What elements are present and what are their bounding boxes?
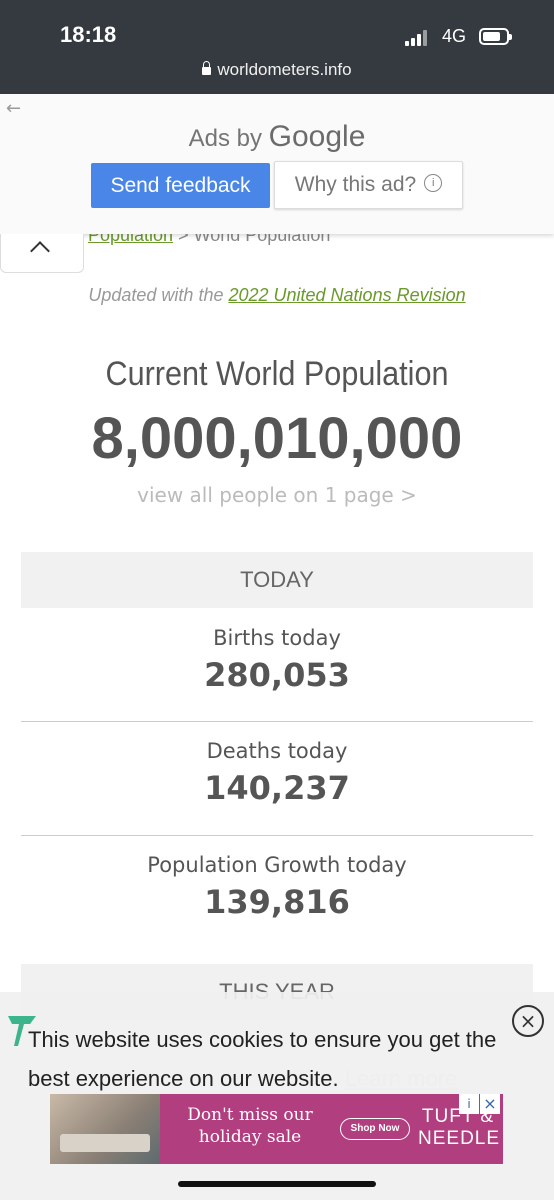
view-all-people-link[interactable]: view all people on 1 page >: [0, 483, 554, 507]
updated-prefix: Updated with the: [88, 285, 229, 305]
battery-icon: [479, 28, 512, 45]
send-feedback-button[interactable]: Send feedback: [91, 163, 270, 208]
info-icon: i: [424, 174, 443, 193]
ad-headline: Don't miss our holiday sale: [187, 1105, 313, 1147]
google-logo: Google: [268, 120, 366, 153]
growth-value: 139,816: [204, 883, 350, 921]
deaths-value: 140,237: [204, 769, 350, 807]
growth-today-stat: Population Growth today 139,816: [21, 837, 533, 951]
lock-icon: [202, 61, 212, 75]
adchoices-info-icon[interactable]: i: [459, 1094, 479, 1114]
divider: [21, 835, 533, 836]
signal-icon: [405, 30, 429, 46]
learn-more-link[interactable]: Learn more: [345, 1066, 458, 1091]
growth-label: Population Growth today: [147, 853, 407, 877]
population-counter: 8,000,010,000: [91, 406, 463, 471]
deaths-today-stat: Deaths today 140,237: [21, 723, 533, 837]
deaths-label: Deaths today: [206, 739, 348, 763]
updated-note: Updated with the 2022 United Nations Rev…: [0, 285, 554, 306]
un-revision-link[interactable]: 2022 United Nations Revision: [228, 285, 465, 305]
today-heading: TODAY: [21, 552, 533, 608]
bottom-ad-banner[interactable]: Don't miss our holiday sale Shop Now TUF…: [50, 1094, 503, 1164]
back-arrow-icon[interactable]: ←: [6, 98, 21, 119]
births-label: Births today: [213, 626, 341, 650]
page-title: Current World Population: [105, 355, 449, 393]
cookie-message: This website uses cookies to ensure you …: [28, 1020, 518, 1098]
chevron-up-icon: [30, 241, 50, 261]
url-bar[interactable]: worldometers.info: [0, 60, 554, 80]
divider: [21, 721, 533, 722]
network-type: 4G: [442, 26, 467, 46]
url-text: worldometers.info: [217, 60, 352, 79]
births-value: 280,053: [204, 656, 350, 694]
ad-shop-now-button[interactable]: Shop Now: [340, 1118, 410, 1140]
ad-bed-image: [50, 1094, 160, 1164]
why-this-ad-label: Why this ad?: [294, 173, 417, 196]
ads-by-google: Ads by Google: [0, 120, 554, 154]
status-bar: 18:18 4G worldometers.info: [0, 0, 554, 94]
why-this-ad-button[interactable]: Why this ad? i: [274, 161, 463, 209]
ads-by-label: Ads by: [188, 125, 262, 152]
cookie-close-button[interactable]: ×: [512, 1005, 544, 1037]
collapse-ad-button[interactable]: [0, 234, 84, 273]
status-time: 18:18: [60, 22, 117, 47]
ad-close-icon[interactable]: ×: [480, 1094, 500, 1114]
home-indicator[interactable]: [178, 1181, 376, 1187]
births-today-stat: Births today 280,053: [21, 610, 533, 724]
